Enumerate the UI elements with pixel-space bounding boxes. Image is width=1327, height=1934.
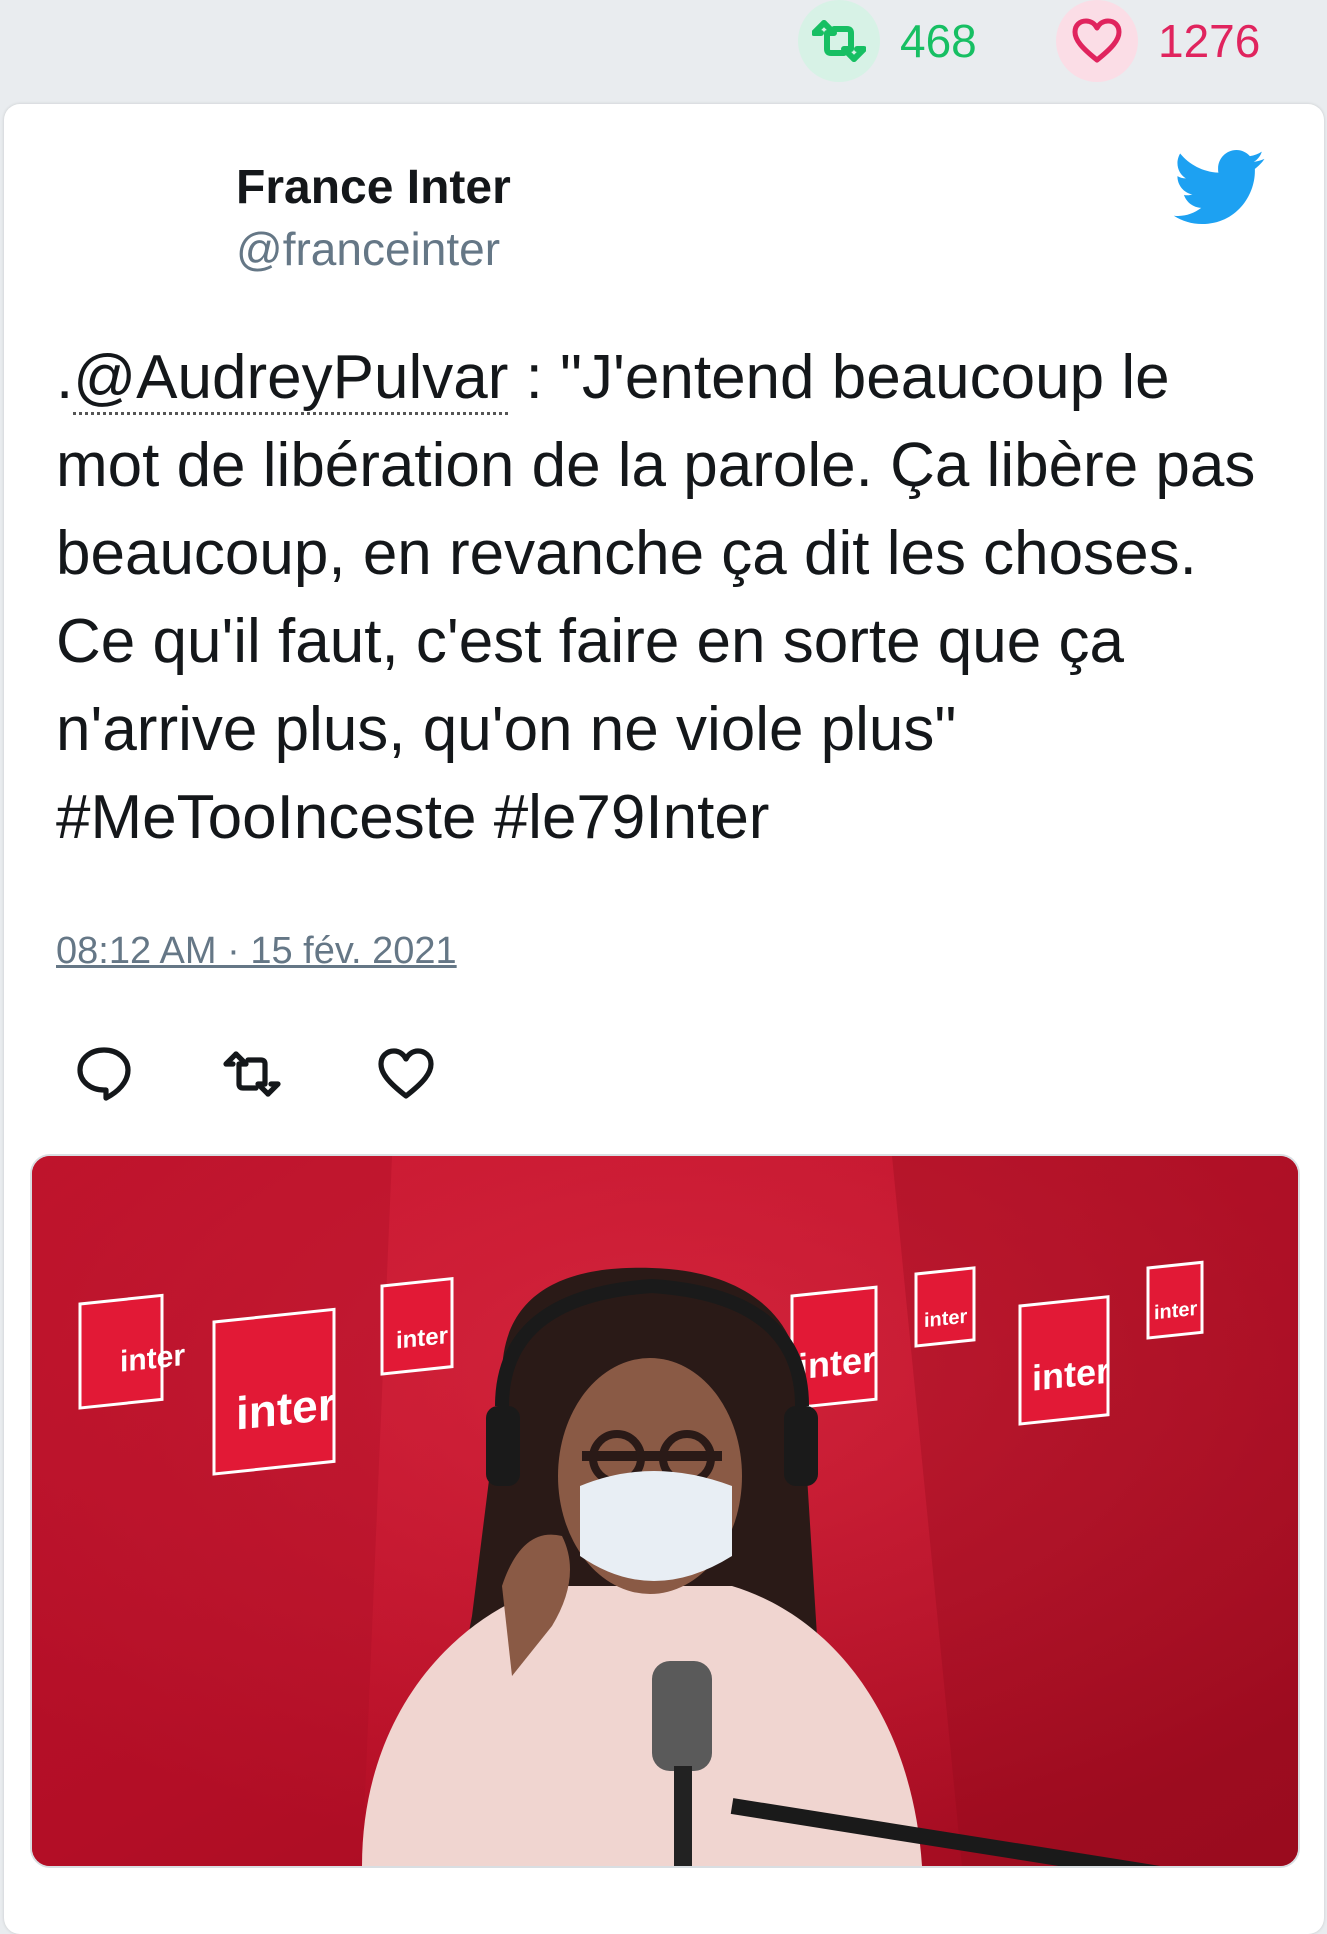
retweet-icon[interactable] xyxy=(798,0,880,82)
tweet-media-image[interactable]: inter inter inter inter inter inter inte… xyxy=(30,1154,1300,1868)
retweet-count: 468 xyxy=(900,15,977,67)
text-body: : "J'entend beaucoup le mot de libératio… xyxy=(56,343,1256,852)
inter-logo-5: inter xyxy=(914,1266,976,1348)
text-prefix: . xyxy=(56,343,74,412)
tweet-timestamp[interactable]: 08:12 AM · 15 fév. 2021 xyxy=(56,930,457,973)
like-stat[interactable]: 1276 xyxy=(1056,0,1260,82)
svg-text:inter: inter xyxy=(1032,1350,1110,1399)
svg-text:inter: inter xyxy=(798,1338,876,1387)
svg-text:inter: inter xyxy=(924,1306,968,1333)
inter-logo-7: inter xyxy=(1146,1260,1204,1340)
svg-text:inter: inter xyxy=(236,1377,336,1439)
retweet-action-icon[interactable] xyxy=(222,1044,282,1104)
inter-logo-3: inter xyxy=(380,1276,454,1376)
svg-text:inter: inter xyxy=(396,1322,448,1354)
inter-logo-2: inter xyxy=(212,1307,336,1476)
author-name[interactable]: France Inter xyxy=(236,160,511,215)
author-handle[interactable]: @franceinter xyxy=(236,222,500,276)
action-bar xyxy=(56,1044,456,1114)
reply-icon[interactable] xyxy=(74,1044,134,1104)
retweet-stat[interactable]: 468 xyxy=(798,0,977,82)
inter-logo-6: inter xyxy=(1018,1295,1110,1426)
like-action-icon[interactable] xyxy=(376,1044,436,1104)
like-count: 1276 xyxy=(1158,15,1261,67)
heart-icon[interactable] xyxy=(1056,0,1138,82)
svg-text:inter: inter xyxy=(120,1339,185,1379)
studio-photo: inter inter inter inter inter inter inte… xyxy=(32,1156,1298,1866)
engagement-summary: 468 1276 xyxy=(0,0,1327,90)
mention-link[interactable]: @AudreyPulvar xyxy=(73,343,509,415)
tweet-card: France Inter @franceinter .@AudreyPulvar… xyxy=(4,104,1324,1934)
twitter-bird-icon[interactable] xyxy=(1174,148,1266,228)
tweet-text: .@AudreyPulvar : "J'entend beaucoup le m… xyxy=(56,334,1286,862)
svg-text:inter: inter xyxy=(1154,1298,1198,1325)
